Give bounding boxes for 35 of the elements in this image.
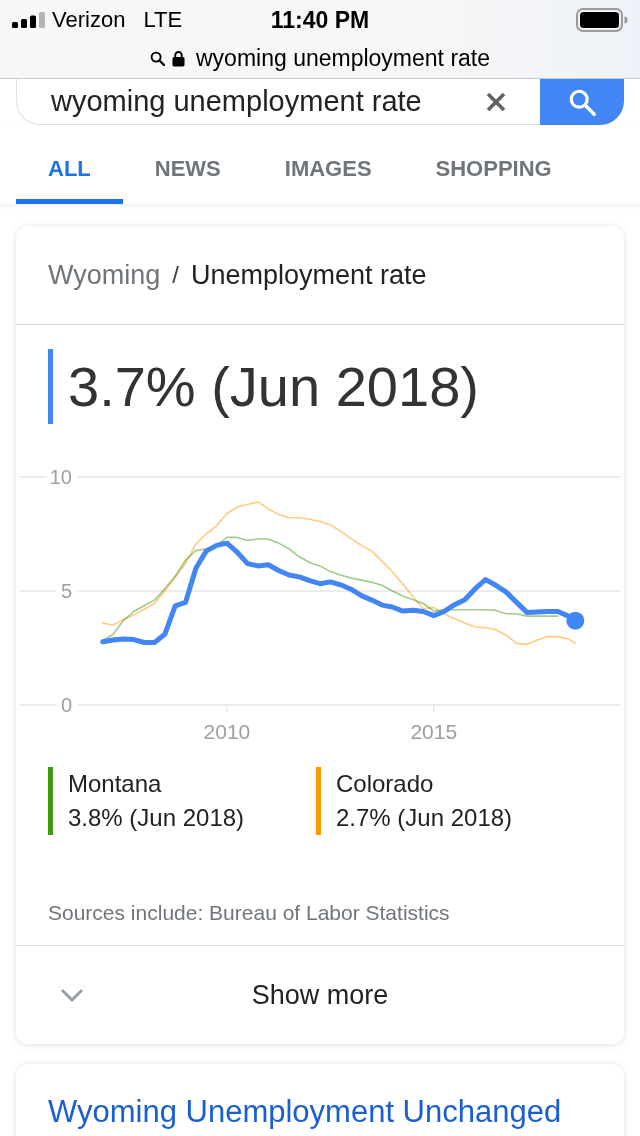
axis-label: 2010	[203, 720, 251, 743]
clock-time: 11:40 PM	[270, 6, 370, 34]
chevron-down-icon	[60, 988, 84, 1002]
carrier-name: Verizon	[52, 7, 126, 33]
tab[interactable]: SHOPPING	[403, 125, 584, 204]
legend-name: Montana	[68, 769, 163, 799]
color-bar-icon	[48, 349, 53, 424]
legend-value: 2.7% (Jun 2018)	[336, 803, 513, 833]
network-type: LTE	[143, 7, 183, 33]
sources-text: Sources include: Bureau of Labor Statistics	[16, 900, 624, 946]
signal-icon	[12, 12, 46, 28]
battery-icon	[576, 8, 628, 32]
lock-icon	[172, 49, 185, 67]
clear-button[interactable]	[486, 91, 506, 112]
axis-label: 10	[49, 466, 72, 488]
search-icon	[150, 50, 165, 66]
address-text[interactable]: wyoming unemployment rate	[196, 44, 490, 72]
axis-label: 0	[60, 694, 72, 716]
axis-label: 5	[60, 580, 72, 602]
tab[interactable]: IMAGES	[252, 125, 404, 204]
legend-name: Colorado	[336, 769, 435, 799]
axis-label: 2015	[410, 720, 458, 743]
breadcrumb-separator: /	[172, 261, 179, 289]
show-more-button[interactable]: Show more	[16, 946, 624, 1044]
search-icon	[568, 88, 596, 116]
end-point-marker	[566, 611, 585, 630]
close-icon	[486, 91, 506, 112]
legend-value: 3.8% (Jun 2018)	[68, 803, 245, 833]
breadcrumb-title: Unemployment rate	[190, 259, 427, 291]
tab[interactable]: NEWS	[122, 125, 253, 204]
tab[interactable]: ALL	[16, 125, 123, 204]
search-button[interactable]	[540, 79, 624, 125]
headline-value: 3.7% (Jun 2018)	[68, 354, 479, 420]
result-title-link[interactable]: Wyoming Unemployment Unchanged	[48, 1094, 592, 1130]
breadcrumb-link[interactable]: Wyoming	[48, 259, 161, 291]
